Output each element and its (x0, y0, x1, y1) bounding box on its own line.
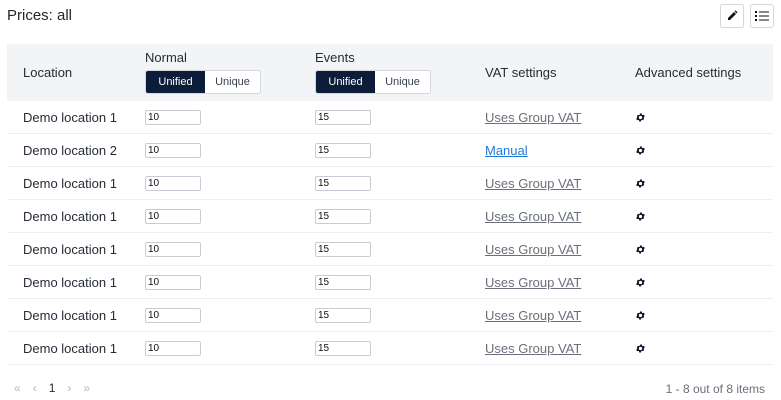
normal-price-input[interactable] (145, 110, 201, 125)
table-row: Demo location 1 Uses Group VAT (7, 200, 773, 233)
vat-settings-link[interactable]: Uses Group VAT (485, 110, 581, 125)
table-row: Demo location 1 Uses Group VAT (7, 233, 773, 266)
prices-table: Location Normal Unified Unique Events Un… (7, 44, 773, 365)
location-cell: Demo location 1 (23, 275, 117, 290)
events-price-input[interactable] (315, 176, 371, 191)
events-price-input[interactable] (315, 275, 371, 290)
list-view-button[interactable] (750, 4, 774, 28)
pagination: « ‹ 1 › » (14, 381, 90, 395)
pencil-icon (728, 10, 738, 20)
vat-settings-link[interactable]: Uses Group VAT (485, 275, 581, 290)
normal-price-input[interactable] (145, 209, 201, 224)
column-header-normal: Normal (145, 50, 187, 65)
events-price-input[interactable] (315, 341, 371, 356)
normal-price-input[interactable] (145, 275, 201, 290)
location-cell: Demo location 1 (23, 209, 117, 224)
table-row: Demo location 1 Uses Group VAT (7, 332, 773, 365)
gear-icon[interactable] (635, 178, 646, 189)
column-header-location: Location (23, 65, 73, 80)
page-title: Prices: all (7, 7, 73, 24)
gear-icon[interactable] (635, 244, 646, 255)
first-page-icon[interactable]: « (14, 381, 21, 395)
current-page[interactable]: 1 (49, 381, 56, 395)
normal-price-input[interactable] (145, 242, 201, 257)
events-price-input[interactable] (315, 308, 371, 323)
prev-page-icon[interactable]: ‹ (33, 381, 37, 395)
table-row: Demo location 1 Uses Group VAT (7, 266, 773, 299)
table-row: Demo location 1 Uses Group VAT (7, 101, 773, 134)
vat-settings-link[interactable]: Manual (485, 143, 528, 158)
vat-settings-link[interactable]: Uses Group VAT (485, 176, 581, 191)
edit-button[interactable] (720, 4, 744, 28)
table-row: Demo location 1 Uses Group VAT (7, 299, 773, 332)
table-header: Location Normal Unified Unique Events Un… (7, 44, 773, 101)
events-unique-option[interactable]: Unique (375, 71, 430, 93)
list-icon (755, 11, 769, 21)
location-cell: Demo location 1 (23, 308, 117, 323)
location-cell: Demo location 1 (23, 176, 117, 191)
column-header-vat: VAT settings (485, 65, 557, 80)
normal-unique-option[interactable]: Unique (205, 71, 260, 93)
gear-icon[interactable] (635, 145, 646, 156)
gear-icon[interactable] (635, 112, 646, 123)
events-price-input[interactable] (315, 143, 371, 158)
events-price-input[interactable] (315, 110, 371, 125)
table-body: Demo location 1Uses Group VATDemo locati… (7, 101, 773, 365)
items-count: 1 - 8 out of 8 items (665, 382, 765, 396)
location-cell: Demo location 1 (23, 341, 117, 356)
last-page-icon[interactable]: » (83, 381, 90, 395)
gear-icon[interactable] (635, 343, 646, 354)
location-cell: Demo location 1 (23, 110, 117, 125)
events-unified-option[interactable]: Unified (316, 71, 375, 93)
location-cell: Demo location 1 (23, 242, 117, 257)
gear-icon[interactable] (635, 211, 646, 222)
normal-price-input[interactable] (145, 176, 201, 191)
normal-price-input[interactable] (145, 341, 201, 356)
vat-settings-link[interactable]: Uses Group VAT (485, 209, 581, 224)
column-header-events: Events (315, 50, 355, 65)
next-page-icon[interactable]: › (67, 381, 71, 395)
gear-icon[interactable] (635, 310, 646, 321)
events-mode-toggle: Unified Unique (315, 70, 431, 94)
column-header-advanced: Advanced settings (635, 65, 742, 80)
table-row: Demo location 1 Uses Group VAT (7, 167, 773, 200)
events-price-input[interactable] (315, 209, 371, 224)
events-price-input[interactable] (315, 242, 371, 257)
vat-settings-link[interactable]: Uses Group VAT (485, 308, 581, 323)
vat-settings-link[interactable]: Uses Group VAT (485, 341, 581, 356)
location-cell: Demo location 2 (23, 143, 117, 158)
vat-settings-link[interactable]: Uses Group VAT (485, 242, 581, 257)
normal-price-input[interactable] (145, 143, 201, 158)
normal-mode-toggle: Unified Unique (145, 70, 261, 94)
gear-icon[interactable] (635, 277, 646, 288)
normal-unified-option[interactable]: Unified (146, 71, 205, 93)
top-actions (720, 4, 774, 28)
table-row: Demo location 2 Manual (7, 134, 773, 167)
normal-price-input[interactable] (145, 308, 201, 323)
